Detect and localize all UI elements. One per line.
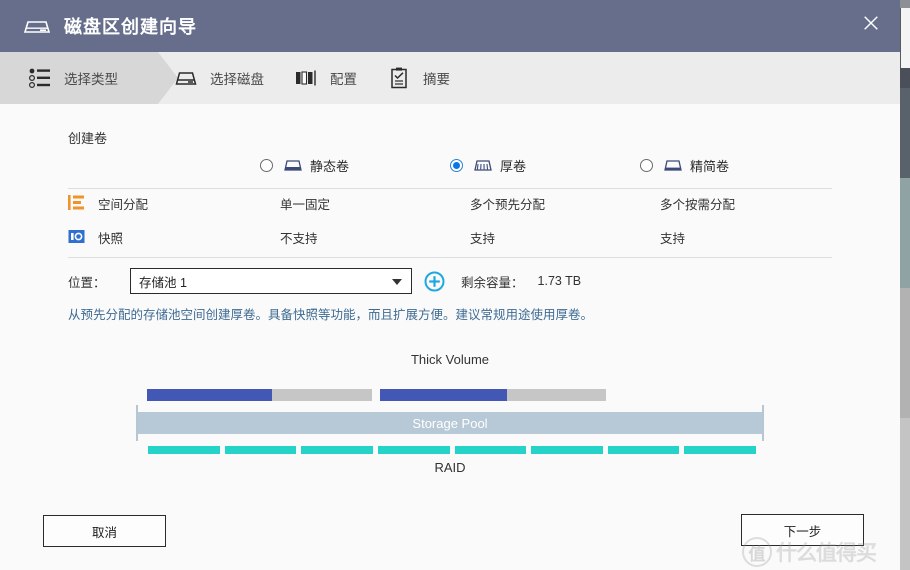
volume-bar-used <box>147 389 272 401</box>
step-label: 选择类型 <box>64 72 118 87</box>
diagram-bottom-label: RAID <box>434 460 466 475</box>
feature-name: 空间分配 <box>98 198 149 212</box>
radio-option-label: 精简卷 <box>690 158 730 174</box>
feature-value-thin: 支持 <box>660 232 686 246</box>
feature-name: 快照 <box>98 232 124 246</box>
storage-pool-bracket: Storage Pool <box>136 405 764 441</box>
volume-bar-free <box>507 389 606 401</box>
location-label: 位置： <box>68 275 106 290</box>
feature-row-allocation: 空间分配 单一固定 多个预先分配 多个按需分配 <box>68 194 832 228</box>
volume-type-description: 从预先分配的存储池空间创建厚卷。具备快照等功能，而且扩展方便。建议常规用途使用厚… <box>68 308 594 322</box>
chevron-down-icon <box>392 279 402 285</box>
volume-bar-free <box>272 389 372 401</box>
add-storage-pool-button[interactable] <box>424 271 445 292</box>
volume-bar <box>147 389 372 401</box>
list-type-icon <box>28 66 52 90</box>
radio-option-thick-volume[interactable]: 厚卷 <box>450 150 526 180</box>
radio-button[interactable] <box>260 158 273 172</box>
location-row: 位置： 存储池 1 剩余容量： 1.73 TB <box>68 268 581 294</box>
volume-type-radio-group: 静态卷 厚卷 精简卷 <box>68 150 832 190</box>
background-strip <box>900 178 910 288</box>
raid-segment <box>607 446 680 454</box>
storage-pool-select[interactable]: 存储池 1 <box>130 268 412 294</box>
step-select-type[interactable]: 选择类型 <box>0 52 178 104</box>
radio-button[interactable] <box>640 158 653 172</box>
step-summary[interactable]: 摘要 <box>371 52 464 104</box>
hard-disk-icon <box>174 66 198 90</box>
divider <box>68 257 832 258</box>
storage-pool-selected-value: 存储池 1 <box>139 275 187 290</box>
volume-bars <box>0 389 900 401</box>
raid-segment <box>224 446 297 454</box>
next-button[interactable]: 下一步 <box>741 514 864 546</box>
wizard-step-bar: 选择类型 选择磁盘 配置 摘要 <box>0 52 900 104</box>
background-strip <box>900 0 910 8</box>
remaining-capacity-label: 剩余容量： <box>461 275 524 290</box>
cancel-button[interactable]: 取消 <box>43 515 166 547</box>
feature-value-thick: 多个预先分配 <box>470 198 546 212</box>
feature-value-static: 不支持 <box>280 232 318 246</box>
background-strip <box>900 418 910 570</box>
feature-value-static: 单一固定 <box>280 198 331 212</box>
remaining-capacity-value: 1.73 TB <box>537 274 582 288</box>
storage-architecture-diagram: Thick Volume Storage Pool RAID <box>0 352 900 475</box>
radio-option-label: 厚卷 <box>500 158 527 174</box>
radio-option-label: 静态卷 <box>310 158 350 174</box>
radio-button[interactable] <box>450 158 463 172</box>
volume-bar-used <box>380 389 507 401</box>
clipboard-check-icon <box>387 66 411 90</box>
raid-segment <box>377 446 450 454</box>
feature-value-thick: 支持 <box>470 232 496 246</box>
raid-segment <box>454 446 527 454</box>
raid-segment <box>148 446 220 454</box>
background-strip <box>900 8 910 68</box>
step-label: 选择磁盘 <box>210 72 264 87</box>
close-icon[interactable] <box>856 8 886 38</box>
feature-value-thin: 多个按需分配 <box>660 198 736 212</box>
wizard-content: 创建卷 静态卷 厚卷 精简卷 空间分配 单一固定 多个预先分配 多个按需分配 快… <box>0 104 900 570</box>
radio-option-static-volume[interactable]: 静态卷 <box>260 150 349 180</box>
storage-pool-band: Storage Pool <box>138 412 762 434</box>
config-bars-icon <box>294 66 318 90</box>
nas-drive-icon <box>22 14 52 38</box>
volume-creation-wizard-window: 磁盘区创建向导 选择类型 选择磁盘 配置 摘要 创建卷 静态卷 厚卷 精简卷 空… <box>0 0 910 570</box>
diagram-top-label: Thick Volume <box>410 352 490 367</box>
allocation-icon <box>68 195 85 210</box>
raid-segment <box>531 446 603 454</box>
background-strip <box>900 288 910 418</box>
background-strip <box>900 68 910 88</box>
window-title: 磁盘区创建向导 <box>64 17 197 37</box>
thick-volume-icon <box>473 157 493 173</box>
section-title: 创建卷 <box>68 131 108 146</box>
raid-segment <box>301 446 373 454</box>
radio-option-thin-volume[interactable]: 精简卷 <box>640 150 729 180</box>
raid-segments <box>148 446 756 454</box>
window-title-bar: 磁盘区创建向导 <box>0 0 900 52</box>
step-label: 配置 <box>330 72 357 87</box>
step-label: 摘要 <box>423 72 450 87</box>
step-configure[interactable]: 配置 <box>278 52 371 104</box>
volume-bar <box>380 389 606 401</box>
snapshot-icon <box>68 229 85 244</box>
divider <box>68 188 832 189</box>
background-strip <box>900 88 910 178</box>
step-select-disk[interactable]: 选择磁盘 <box>158 52 278 104</box>
static-volume-icon <box>283 157 303 173</box>
raid-segment <box>684 446 756 454</box>
thin-volume-icon <box>663 157 683 173</box>
